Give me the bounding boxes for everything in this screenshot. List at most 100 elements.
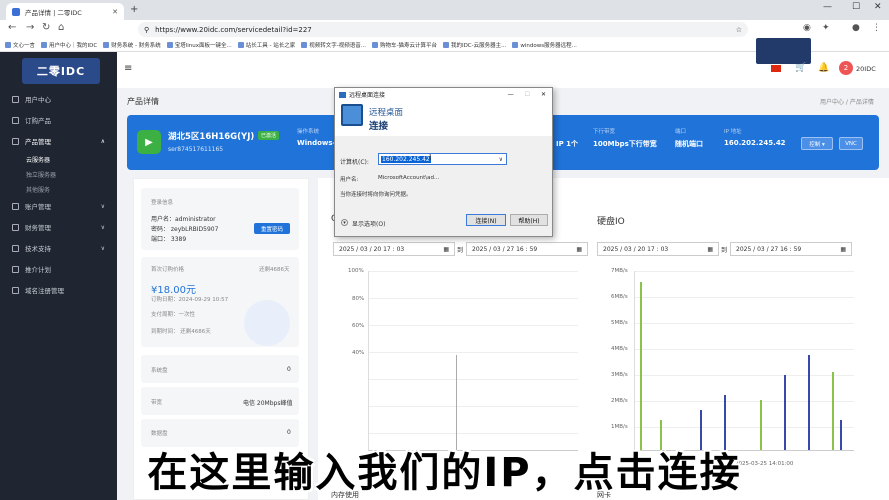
io-y-tick: 4MB/s (611, 346, 628, 352)
control-dropdown-button[interactable]: 控制 ▾ (801, 137, 833, 150)
login-port: 端口： 3389 (151, 236, 187, 243)
bandwidth-value: 100Mbps下行带宽 (593, 140, 657, 148)
calendar-icon: ▦ (576, 245, 582, 253)
menu-icon[interactable]: ⋮ (872, 23, 881, 33)
bookmark-item[interactable]: 购物车-猫寿云计算平台 (371, 41, 437, 49)
end-date-input[interactable]: 2025 / 03 / 27 16 : 59 ▦ (466, 242, 588, 256)
menu-toggle-icon[interactable]: ≡ (124, 63, 132, 74)
spec-label: 数据盘 (151, 431, 168, 437)
minimize-icon[interactable]: — (823, 2, 832, 12)
io-bar-green (640, 282, 642, 450)
avatar[interactable]: 2 (839, 61, 853, 75)
address-bar[interactable]: ⚲ https://www.20idc.com/servicedetail?id… (138, 22, 748, 37)
cart-icon (12, 116, 19, 124)
home-icon[interactable]: ⌂ (58, 22, 64, 33)
bookmark-item[interactable]: 文心一言 (5, 41, 35, 49)
bell-icon[interactable]: 🔔 (818, 63, 829, 73)
tab-title: 产品详情 | 二零IDC (25, 8, 82, 17)
help-button[interactable]: 帮助(H) (510, 214, 548, 226)
support-icon (12, 244, 19, 252)
profile-icon[interactable]: ● (852, 23, 860, 33)
login-info-title: 登录信息 (151, 200, 174, 206)
computer-input[interactable]: 160.202.245.42 ∨ (378, 153, 507, 165)
sidebar-sub-dedicated[interactable]: 独立服务器 (26, 170, 56, 179)
io-y-tick: 5MB/s (611, 320, 628, 326)
forward-icon[interactable]: → (26, 22, 34, 33)
chevron-up-icon: ∧ (100, 137, 105, 145)
sidebar-item-referral[interactable]: 推介计划 (0, 260, 117, 278)
os-value: Windows- (297, 139, 336, 147)
to-label: 到 (721, 247, 728, 254)
language-flag-icon[interactable] (771, 65, 781, 72)
bookmark-item[interactable]: windows服务器远程... (512, 41, 577, 49)
cpu-spike-line (456, 355, 457, 450)
login-password: 密码： zeybLRBID5907 (151, 226, 219, 233)
sidebar-item-user-center[interactable]: 用户中心 (0, 90, 117, 108)
url-text: https://www.20idc.com/servicedetail?id=2… (155, 25, 312, 34)
cpu-chart-plot (368, 271, 578, 451)
sidebar-item-finance[interactable]: 财务管理 ∨ (0, 218, 117, 236)
expand-options-icon[interactable]: ▾ (341, 219, 348, 226)
sidebar-item-products[interactable]: 产品管理 ∧ (0, 132, 117, 150)
start-date-input[interactable]: 2025 / 03 / 20 17 : 03 ▦ (333, 242, 455, 256)
text-cursor-icon: I (429, 153, 432, 162)
video-subtitle: 在这里输入我们的IP，点击连接 (147, 450, 742, 496)
extension-icon[interactable]: ✦ (822, 23, 830, 33)
account-icon[interactable]: ◉ (803, 23, 811, 33)
breadcrumb: 用户中心 / 产品详情 (820, 99, 874, 106)
sidebar-item-domain[interactable]: 域名注册管理 (0, 281, 117, 299)
spec-value: 0 (287, 366, 291, 373)
rdp-minimize-icon[interactable]: — (508, 91, 514, 98)
calendar-icon: ▦ (707, 245, 713, 253)
username-value: MicrosoftAccount\ad... (378, 175, 440, 181)
sidebar-item-support[interactable]: 技术支持 ∨ (0, 239, 117, 257)
dropdown-arrow-icon[interactable]: ∨ (499, 156, 503, 163)
sidebar-item-order[interactable]: 订购产品 (0, 111, 117, 129)
site-logo[interactable]: 二零IDC (22, 58, 100, 84)
reload-icon[interactable]: ↻ (42, 22, 50, 33)
browser-tab[interactable]: 产品详情 | 二零IDC ✕ (6, 3, 124, 20)
bookmark-item[interactable]: 宝塔linux面板一键全... (166, 41, 232, 49)
close-window-icon[interactable]: ✕ (874, 2, 882, 12)
io-y-tick: 7MB/s (611, 268, 628, 274)
back-icon[interactable]: ← (8, 22, 16, 33)
io-y-tick: 2MB/s (611, 398, 628, 404)
bookmark-item[interactable]: 我的IDC-云服务器主... (442, 41, 506, 49)
expire-time: 到期时间： 还剩4686天 (151, 329, 211, 335)
price: ¥18.00元 (151, 285, 196, 296)
show-options-link[interactable]: 显示选项(O) (352, 219, 385, 228)
reset-password-button[interactable]: 重置密码 (254, 223, 290, 234)
bookmark-item[interactable]: 视频转文字-视频语音... (301, 41, 366, 49)
username[interactable]: 20IDC (856, 65, 876, 73)
io-end-date-input[interactable]: 2025 / 03 / 27 16 : 59 ▦ (730, 242, 852, 256)
close-tab-icon[interactable]: ✕ (112, 8, 118, 16)
sidebar-item-account[interactable]: 账户管理 ∨ (0, 197, 117, 215)
new-tab-button[interactable]: + (130, 4, 138, 15)
ip-count: IP 1个 (556, 140, 579, 148)
io-bar-blue (784, 375, 786, 450)
rdp-close-icon[interactable]: ✕ (541, 91, 546, 98)
grid-icon (12, 286, 19, 294)
bookmark-star-icon[interactable]: ☆ (736, 26, 742, 34)
floating-widget (756, 38, 811, 64)
vnc-button[interactable]: VNC (839, 137, 863, 150)
bookmark-item[interactable]: 财务系统 - 财务系统 (103, 41, 161, 49)
io-start-date-input[interactable]: 2025 / 03 / 20 17 : 03 ▦ (597, 242, 719, 256)
cart-icon[interactable]: 🛒 (795, 63, 806, 73)
home-icon (12, 95, 19, 103)
spec-label: 系统盘 (151, 368, 168, 374)
io-chart-title: 硬盘IO (597, 217, 625, 227)
sidebar-sub-cloud[interactable]: 云服务器 (26, 155, 50, 164)
site-info-icon[interactable]: ⚲ (144, 26, 149, 34)
maximize-icon[interactable]: ☐ (852, 2, 860, 12)
bookmark-item[interactable]: 站长工具 - 站长之家 (237, 41, 295, 49)
sidebar-sub-other[interactable]: 其他服务 (26, 185, 50, 194)
chevron-down-icon: ∨ (100, 223, 105, 231)
connect-button[interactable]: 连接(N) (466, 214, 506, 226)
io-y-tick: 6MB/s (611, 294, 628, 300)
bookmark-item[interactable]: 用户中心｜我的IDC (41, 41, 97, 49)
io-bar-blue (808, 355, 810, 450)
spec-value: 电信 20Mbps峰值 (243, 400, 293, 407)
product-id: ser874517611165 (168, 146, 224, 153)
io-chart-plot (634, 271, 854, 451)
